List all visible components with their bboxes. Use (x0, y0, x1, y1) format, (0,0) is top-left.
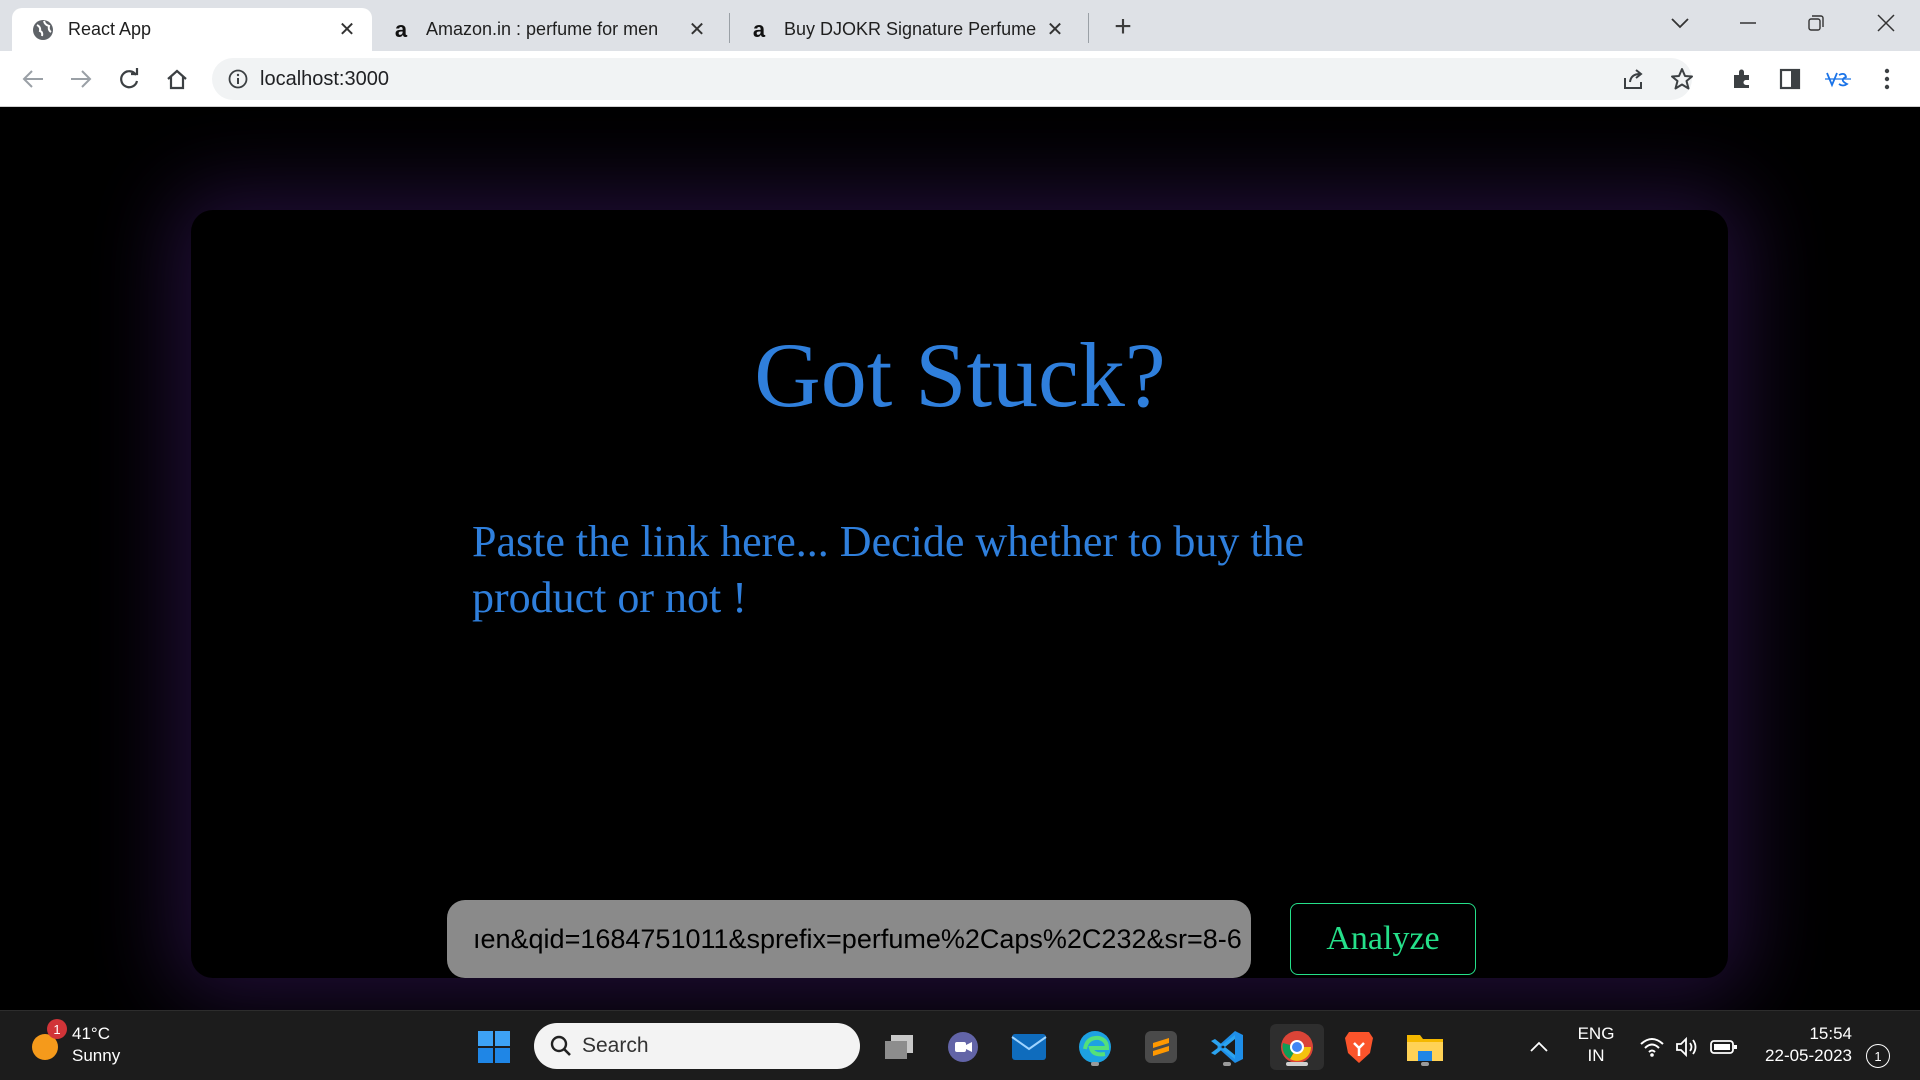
windows-taskbar: 41°C Sunny 1 Search ENG IN 15:54 22-05-2… (0, 1010, 1920, 1080)
start-icon[interactable] (471, 1024, 517, 1070)
page-viewport: Got Stuck? Paste the link here... Decide… (0, 107, 1920, 1010)
weather-badge: 1 (47, 1019, 67, 1039)
close-icon[interactable]: ✕ (334, 17, 360, 43)
taskbar-search[interactable]: Search (534, 1023, 860, 1069)
minimize-icon[interactable] (1728, 8, 1768, 38)
file-explorer-icon[interactable] (1402, 1024, 1448, 1070)
close-window-icon[interactable] (1866, 8, 1906, 38)
browser-toolbar: localhost:3000 (0, 51, 1920, 107)
teams-chat-icon[interactable] (940, 1024, 986, 1070)
clock-time: 15:54 (1809, 1024, 1852, 1043)
product-link-input[interactable]: ıen&qid=1684751011&sprefix=perfume%2Caps… (447, 900, 1251, 978)
tab-react-app[interactable]: React App ✕ (12, 8, 372, 51)
new-tab-button[interactable]: + (1106, 10, 1140, 44)
info-icon[interactable] (226, 67, 250, 91)
sublime-text-icon[interactable] (1138, 1024, 1184, 1070)
running-indicator (1421, 1062, 1429, 1066)
volume-icon[interactable] (1674, 1033, 1702, 1061)
tab-title: Buy DJOKR Signature Perfume Fo (784, 19, 1042, 39)
region-code: IN (1587, 1046, 1605, 1065)
search-placeholder: Search (582, 1034, 649, 1057)
weather-description: Sunny (72, 1046, 121, 1065)
tab-separator (1088, 13, 1089, 43)
battery-icon[interactable] (1710, 1033, 1738, 1061)
running-indicator (1286, 1062, 1308, 1066)
tab-search-chevron-icon[interactable] (1660, 8, 1700, 38)
extensions-icon[interactable] (1725, 62, 1759, 96)
edge-icon[interactable] (1072, 1024, 1118, 1070)
back-icon[interactable] (16, 62, 50, 96)
chrome-icon[interactable] (1270, 1024, 1324, 1070)
globe-icon (32, 19, 54, 41)
chevron-up-icon[interactable] (1525, 1033, 1553, 1061)
home-icon[interactable] (160, 62, 194, 96)
forward-icon[interactable] (64, 62, 98, 96)
weather-temperature: 41°C (72, 1024, 110, 1043)
bookmark-star-icon[interactable] (1665, 62, 1699, 96)
link-input-value: ıen&qid=1684751011&sprefix=perfume%2Caps… (473, 923, 1242, 954)
running-indicator (1091, 1062, 1099, 1066)
mail-icon[interactable] (1006, 1024, 1052, 1070)
language-code: ENG (1577, 1024, 1615, 1043)
share-icon[interactable] (1617, 62, 1651, 96)
side-panel-icon[interactable] (1773, 62, 1807, 96)
running-indicator (1223, 1062, 1231, 1066)
search-icon (550, 1035, 571, 1056)
vscode-icon[interactable] (1204, 1024, 1250, 1070)
menu-kebab-icon[interactable] (1870, 62, 1904, 96)
profile-extension-icon[interactable] (1821, 62, 1855, 96)
amazon-icon: a (394, 16, 408, 42)
task-view-icon[interactable] (876, 1024, 922, 1070)
weather-widget[interactable]: 41°C Sunny (28, 1023, 120, 1067)
amazon-icon: a (752, 16, 766, 42)
tab-title: React App (68, 19, 152, 39)
close-icon[interactable]: ✕ (684, 17, 710, 43)
tab-amazon-product[interactable]: a Buy DJOKR Signature Perfume Fo ✕ (730, 8, 1080, 51)
close-icon[interactable]: ✕ (1042, 17, 1068, 43)
tab-strip: React App ✕ a Amazon.in : perfume for me… (0, 0, 1920, 51)
restore-icon[interactable] (1796, 8, 1836, 38)
wifi-icon[interactable] (1638, 1033, 1666, 1061)
language-indicator[interactable]: ENG IN (1576, 1023, 1616, 1067)
tab-amazon-search[interactable]: a Amazon.in : perfume for men ✕ (372, 8, 722, 51)
analyze-button[interactable]: Analyze (1290, 903, 1476, 975)
tab-title: Amazon.in : perfume for men (426, 19, 659, 39)
url-text: localhost:3000 (260, 67, 389, 90)
reload-icon[interactable] (112, 62, 146, 96)
clock-date: 22-05-2023 (1765, 1046, 1852, 1065)
page-subtitle: Paste the link here... Decide whether to… (472, 517, 1305, 622)
address-bar[interactable]: localhost:3000 (212, 58, 1692, 100)
clock[interactable]: 15:54 22-05-2023 (1752, 1023, 1852, 1067)
notification-count[interactable]: 1 (1866, 1044, 1890, 1068)
brave-icon[interactable] (1336, 1024, 1382, 1070)
page-title: Got Stuck? (754, 324, 1166, 426)
